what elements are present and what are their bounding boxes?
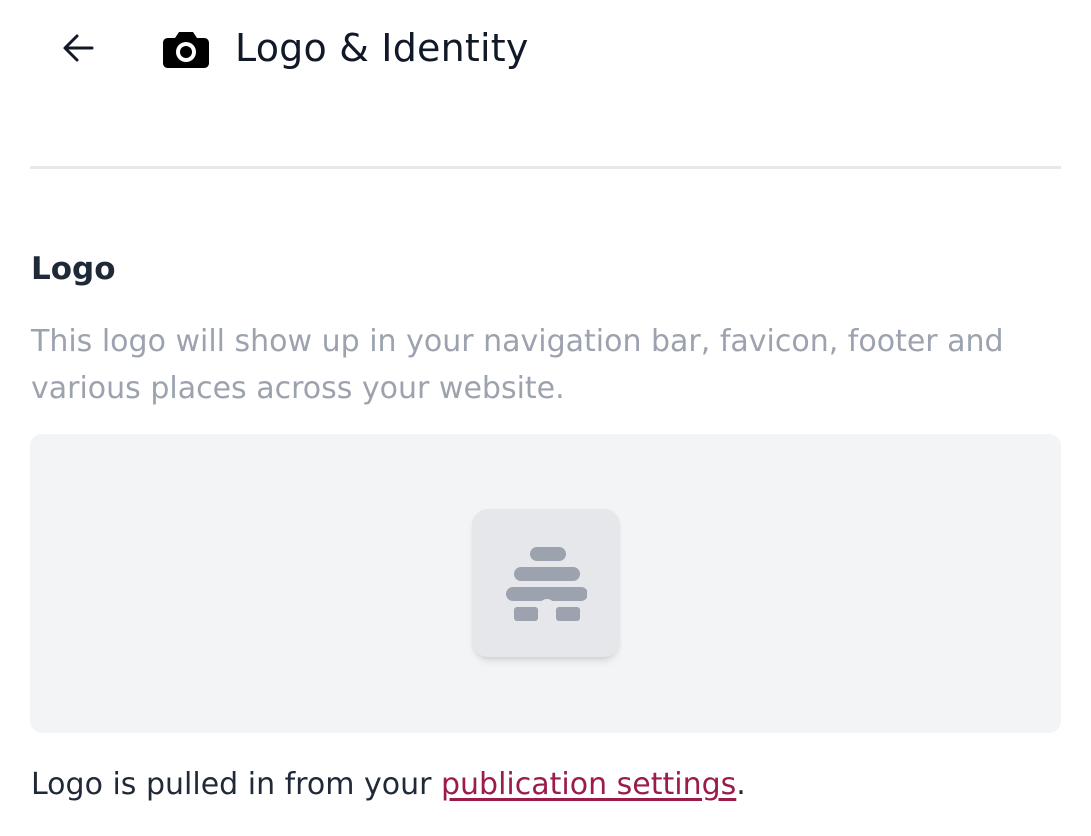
logo-placeholder (472, 509, 620, 657)
publication-settings-link[interactable]: publication settings (441, 767, 736, 802)
logo-section-description: This logo will show up in your navigatio… (31, 324, 1004, 406)
camera-icon (163, 32, 209, 68)
header-divider (30, 166, 1061, 169)
page-title: Logo & Identity (235, 26, 529, 70)
arrow-left-icon (63, 34, 94, 62)
logo-source-prefix: Logo is pulled in from your (31, 767, 441, 802)
logo-source-note: Logo is pulled in from your publication … (31, 762, 746, 808)
back-button[interactable] (52, 22, 104, 74)
logo-source-suffix: . (736, 767, 746, 802)
logo-preview-panel (30, 434, 1061, 733)
page-header: Logo & Identity (0, 0, 1091, 100)
logo-section-title: Logo (31, 251, 116, 287)
beehive-icon (506, 547, 587, 621)
